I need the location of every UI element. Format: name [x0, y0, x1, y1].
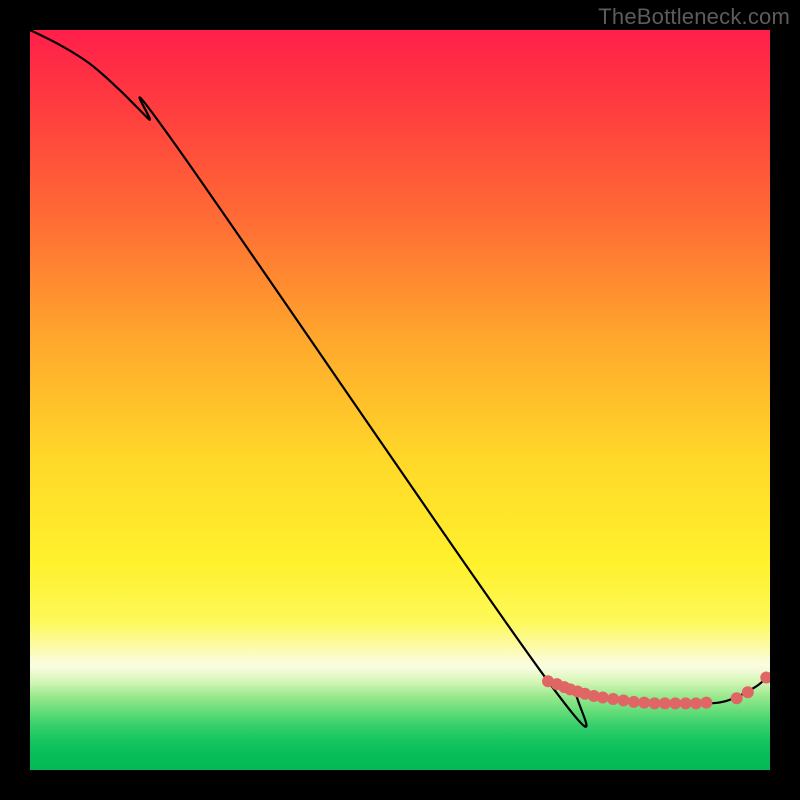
marker-dot — [690, 697, 702, 709]
marker-dot — [742, 686, 754, 698]
marker-dot — [669, 697, 681, 709]
watermark-text: TheBottleneck.com — [598, 4, 790, 30]
marker-dot — [638, 697, 650, 709]
marker-dot — [607, 693, 619, 705]
curve-line — [30, 30, 770, 727]
marker-dot — [700, 697, 712, 709]
marker-dot — [659, 697, 671, 709]
chart-frame: TheBottleneck.com — [0, 0, 800, 800]
marker-dot — [649, 697, 661, 709]
marker-dot — [680, 697, 692, 709]
marker-dot — [628, 696, 640, 708]
marker-dot — [731, 692, 743, 704]
curve-markers — [542, 672, 770, 710]
plot-svg — [30, 30, 770, 770]
marker-dot — [597, 691, 609, 703]
plot-area — [30, 30, 770, 770]
marker-dot — [617, 694, 629, 706]
